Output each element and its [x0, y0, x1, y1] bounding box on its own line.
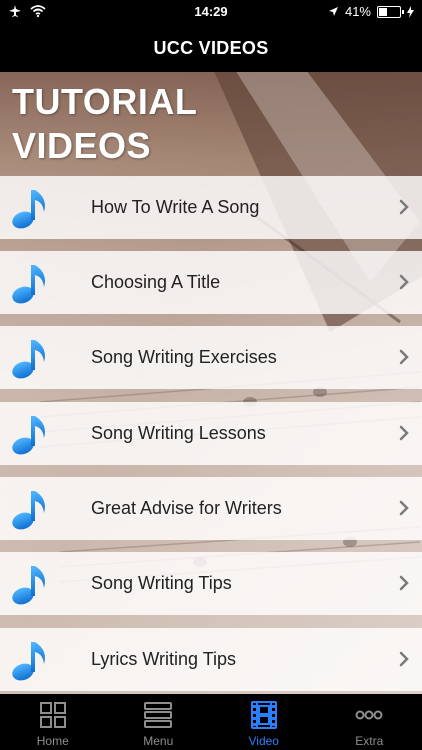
list-item[interactable]: Lyrics Writing Tips: [0, 628, 422, 691]
music-note-icon: [12, 265, 45, 304]
chevron-right-icon: [399, 425, 409, 441]
list-item[interactable]: Choosing A Title: [0, 251, 422, 314]
list-item[interactable]: Song Writing Lessons: [0, 402, 422, 465]
header-line-1: TUTORIAL: [12, 81, 198, 122]
list-item[interactable]: Song Writing Exercises: [0, 326, 422, 389]
tab-video[interactable]: Video: [211, 694, 317, 750]
chevron-right-icon: [399, 575, 409, 591]
list-item-label: Choosing A Title: [91, 272, 221, 292]
film-icon: [250, 701, 277, 729]
list-item[interactable]: How To Write A Song: [0, 176, 422, 239]
tab-label: Extra: [355, 734, 384, 748]
navigation-bar: UCC VIDEOS: [0, 24, 422, 72]
chevron-right-icon: [399, 500, 409, 516]
music-note-icon: [12, 340, 45, 379]
tab-label: Video: [248, 734, 279, 748]
battery-icon: [377, 5, 404, 18]
list-item[interactable]: Song Writing Tips: [0, 552, 422, 615]
tab-home[interactable]: Home: [0, 694, 106, 750]
tab-label: Home: [36, 734, 69, 748]
chevron-right-icon: [399, 199, 409, 215]
music-note-icon: [12, 190, 45, 229]
list-item[interactable]: Great Advise for Writers: [0, 477, 422, 540]
music-note-icon: [12, 642, 45, 681]
list-item-label: Great Advise for Writers: [91, 498, 282, 518]
location-arrow-icon: [328, 7, 338, 16]
list-item-label: Lyrics Writing Tips: [91, 649, 237, 669]
list-item-label: Song Writing Exercises: [91, 347, 277, 367]
page-title: UCC VIDEOS: [153, 38, 269, 58]
chevron-right-icon: [399, 274, 409, 290]
charging-icon: [407, 5, 414, 18]
status-bar: 14:29 41%: [0, 0, 422, 24]
chevron-right-icon: [399, 349, 409, 365]
content-area[interactable]: TUTORIAL VIDEOS How To Write A Song Choos…: [0, 72, 422, 694]
chevron-right-icon: [399, 651, 409, 667]
music-note-icon: [12, 566, 45, 605]
list-icon: [144, 702, 173, 728]
tab-bar: Home Menu Video Extra: [0, 694, 422, 750]
grid-icon: [39, 702, 66, 728]
battery-percent: 41%: [344, 4, 371, 19]
section-header: TUTORIAL VIDEOS: [12, 80, 197, 168]
tab-extra[interactable]: Extra: [317, 694, 422, 750]
tab-menu[interactable]: Menu: [106, 694, 212, 750]
list-item-label: Song Writing Lessons: [91, 423, 266, 443]
more-icon: [355, 710, 383, 720]
tab-label: Menu: [143, 734, 174, 748]
list-item-label: Song Writing Tips: [91, 573, 232, 593]
list-item-label: How To Write A Song: [91, 197, 260, 217]
music-note-icon: [12, 416, 45, 455]
status-right: 41%: [328, 4, 414, 19]
header-line-2: VIDEOS: [12, 125, 152, 166]
music-note-icon: [12, 491, 45, 530]
